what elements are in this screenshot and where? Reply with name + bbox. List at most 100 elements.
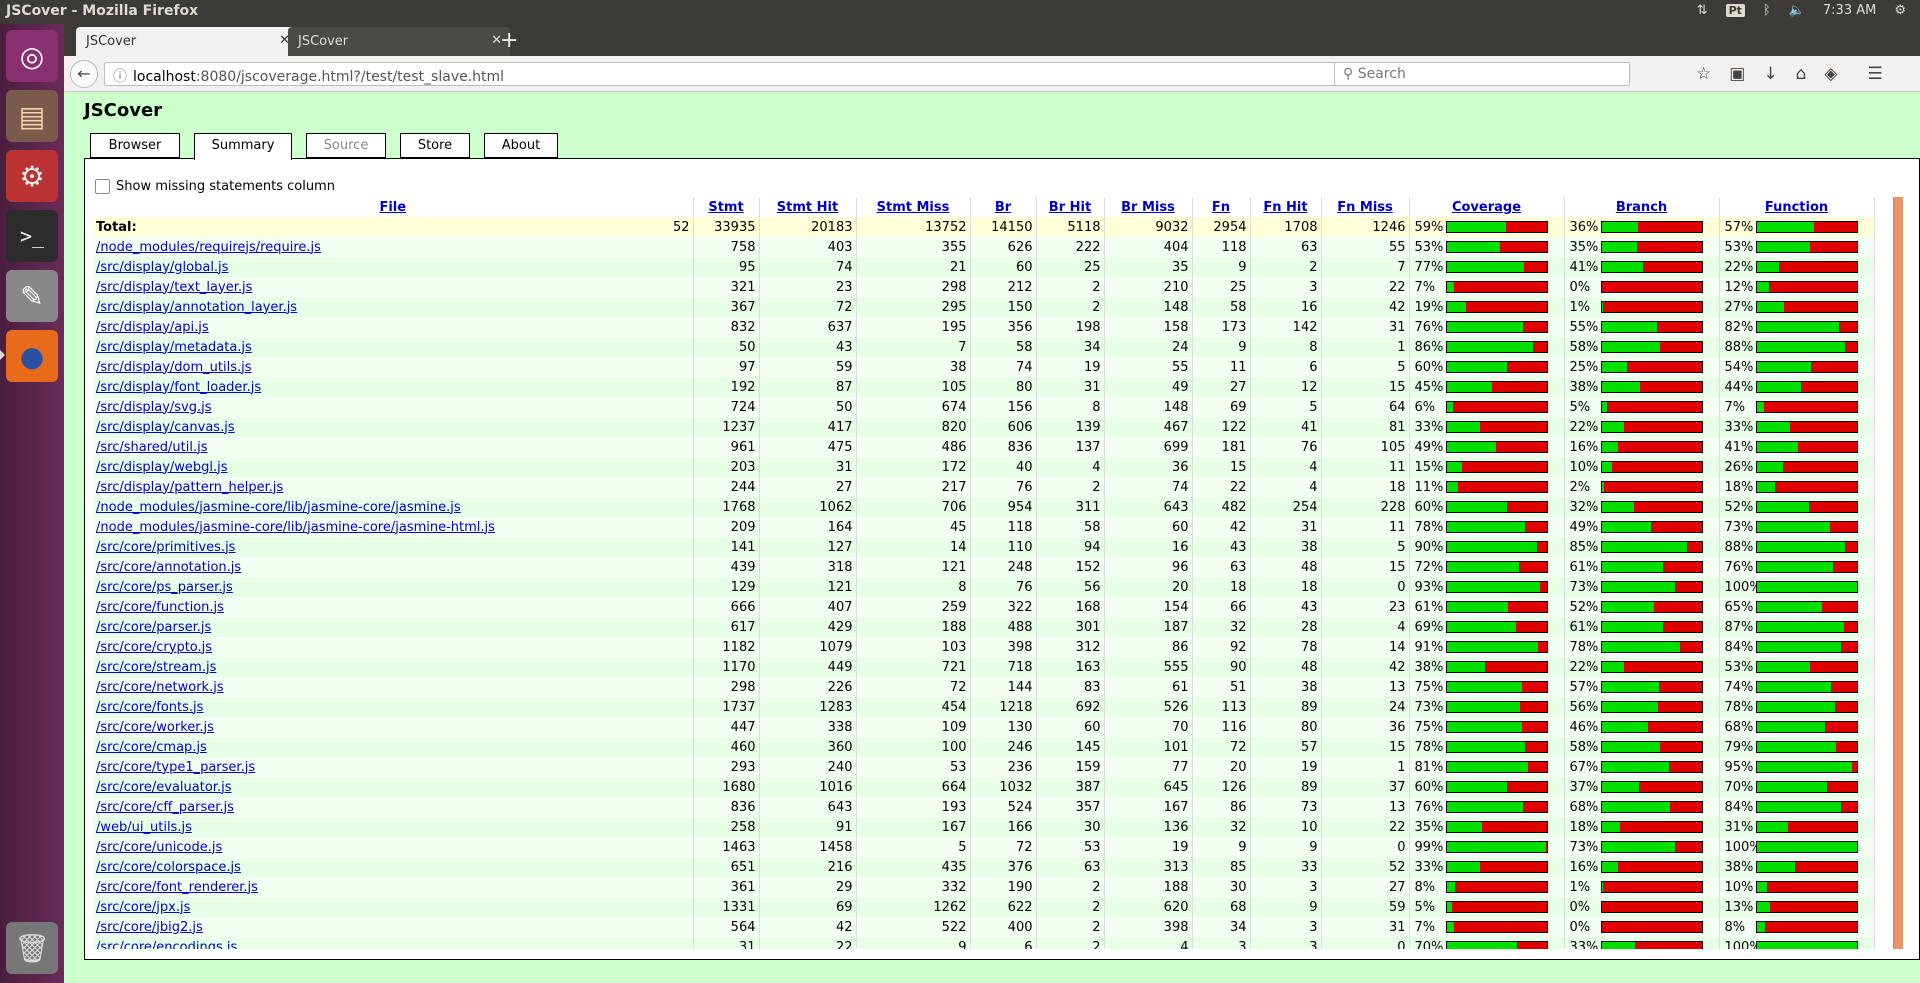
home-icon[interactable]: ⌂: [1796, 64, 1807, 84]
sort-link[interactable]: Fn: [1212, 200, 1230, 215]
trash-icon[interactable]: 🗑: [6, 922, 58, 974]
file-link[interactable]: /src/display/api.js: [96, 320, 209, 335]
sort-link[interactable]: Stmt: [708, 200, 743, 215]
percent-label: 22%: [1724, 259, 1754, 275]
file-link[interactable]: /src/core/font_renderer.js: [96, 880, 258, 895]
show-missing-checkbox[interactable]: [95, 179, 110, 194]
file-link[interactable]: /src/core/jbig2.js: [96, 920, 203, 935]
network-icon[interactable]: ⇅: [1697, 3, 1708, 18]
new-tab-button[interactable]: +: [500, 28, 518, 53]
settings-gear-icon[interactable]: ⚙: [1894, 3, 1906, 18]
sort-link[interactable]: Branch: [1616, 200, 1667, 215]
sort-link[interactable]: Function: [1765, 200, 1828, 215]
file-link[interactable]: /src/display/font_loader.js: [96, 380, 261, 395]
scrollbar-thumb[interactable]: [1893, 197, 1903, 949]
numeric-cell: 210: [1104, 277, 1193, 297]
file-link[interactable]: /src/core/worker.js: [96, 720, 214, 735]
bookmark-star-icon[interactable]: ☆: [1696, 64, 1711, 84]
file-link[interactable]: /src/core/colorspace.js: [96, 860, 241, 875]
tab-browser[interactable]: Browser: [90, 133, 180, 158]
file-link[interactable]: /src/display/pattern_helper.js: [96, 480, 283, 495]
percent-cell: 10%: [1719, 877, 1875, 897]
file-link[interactable]: /src/display/svg.js: [96, 400, 212, 415]
file-link[interactable]: /node_modules/jasmine-core/lib/jasmine-c…: [96, 500, 461, 515]
file-link[interactable]: /src/core/unicode.js: [96, 840, 222, 855]
sort-link[interactable]: Br: [995, 200, 1011, 215]
sort-link[interactable]: Br Hit: [1049, 200, 1091, 215]
percent-cell: 90%: [1409, 537, 1565, 557]
file-link[interactable]: /src/shared/util.js: [96, 440, 207, 455]
file-link[interactable]: /src/core/jpx.js: [96, 900, 190, 915]
percent-cell: 2%: [1564, 477, 1720, 497]
table-row: /node_modules/jasmine-core/lib/jasmine-c…: [93, 497, 1875, 517]
keyboard-layout-indicator[interactable]: Pt: [1725, 4, 1745, 17]
bluetooth-icon[interactable]: ᛒ: [1763, 3, 1771, 18]
file-link[interactable]: /src/display/dom_utils.js: [96, 360, 252, 375]
file-link[interactable]: /src/display/webgl.js: [96, 460, 228, 475]
file-link[interactable]: /src/core/ps_parser.js: [96, 580, 233, 595]
coverage-bar-fill: [1446, 662, 1485, 672]
file-link[interactable]: /node_modules/jasmine-core/lib/jasmine-c…: [96, 520, 495, 535]
file-link[interactable]: /src/display/annotation_layer.js: [96, 300, 297, 315]
sort-link[interactable]: File: [379, 200, 406, 215]
file-link[interactable]: /src/core/function.js: [96, 600, 224, 615]
percent-label: 100%: [1724, 839, 1762, 855]
firefox-icon[interactable]: ●: [6, 330, 58, 382]
file-link[interactable]: /src/display/global.js: [96, 260, 228, 275]
file-link[interactable]: /src/display/text_layer.js: [96, 280, 252, 295]
file-link[interactable]: /src/core/cmap.js: [96, 740, 207, 755]
sort-link[interactable]: Stmt Hit: [777, 200, 838, 215]
files-icon[interactable]: ▤: [6, 90, 58, 142]
numeric-cell: 467: [1104, 417, 1193, 437]
file-link[interactable]: /src/display/canvas.js: [96, 420, 235, 435]
file-link[interactable]: /web/ui_utils.js: [96, 820, 192, 835]
numeric-cell: 53: [1036, 837, 1105, 857]
file-link[interactable]: /node_modules/requirejs/require.js: [96, 240, 321, 255]
file-link[interactable]: /src/core/stream.js: [96, 660, 216, 675]
numeric-cell: 4: [1250, 477, 1322, 497]
browser-tab-active[interactable]: JSCover ✕: [76, 27, 298, 56]
numeric-cell: 23: [1321, 597, 1410, 617]
sort-link[interactable]: Br Miss: [1121, 200, 1175, 215]
file-link[interactable]: /src/core/fonts.js: [96, 700, 203, 715]
coverage-bar-fill: [1756, 922, 1765, 932]
file-link[interactable]: /src/core/type1_parser.js: [96, 760, 255, 775]
sort-link[interactable]: Stmt Miss: [877, 200, 950, 215]
file-link[interactable]: /src/core/crypto.js: [96, 640, 212, 655]
clock[interactable]: 7:33 AM: [1823, 3, 1876, 18]
file-link[interactable]: /src/core/evaluator.js: [96, 780, 231, 795]
file-link[interactable]: /src/core/parser.js: [96, 620, 211, 635]
tab-summary[interactable]: Summary: [194, 133, 292, 160]
search-input[interactable]: ⚲ Search: [1334, 62, 1630, 86]
volume-icon[interactable]: 🔈: [1789, 3, 1805, 18]
file-link[interactable]: /src/core/encodings.js: [96, 940, 237, 950]
ubuntu-dash-icon[interactable]: ◎: [6, 30, 58, 82]
sort-link[interactable]: Fn Hit: [1263, 200, 1307, 215]
browser-tab[interactable]: JSCover ✕: [288, 27, 510, 56]
numeric-cell: 38: [856, 357, 971, 377]
reading-list-icon[interactable]: ▣: [1729, 64, 1745, 84]
menu-icon[interactable]: ☰: [1867, 64, 1882, 84]
pocket-icon[interactable]: ◈: [1824, 64, 1837, 84]
sort-link[interactable]: Fn Miss: [1337, 200, 1393, 215]
coverage-bar: [1445, 441, 1548, 453]
file-link[interactable]: /src/display/metadata.js: [96, 340, 252, 355]
tab-source[interactable]: Source: [306, 133, 386, 158]
file-cell: /src/core/ps_parser.js: [93, 577, 694, 597]
tab-store[interactable]: Store: [400, 133, 470, 158]
sort-link[interactable]: Coverage: [1452, 200, 1521, 215]
file-link[interactable]: /src/core/primitives.js: [96, 540, 235, 555]
url-bar[interactable]: ⓘ localhost:8080/jscoverage.html?/test/te…: [104, 62, 1370, 86]
back-button[interactable]: ←: [70, 60, 98, 88]
show-missing-option[interactable]: Show missing statements column: [95, 179, 335, 194]
file-link[interactable]: /src/core/network.js: [96, 680, 224, 695]
text-editor-icon[interactable]: ✎: [6, 270, 58, 322]
tab-about[interactable]: About: [484, 133, 558, 158]
file-link[interactable]: /src/core/cff_parser.js: [96, 800, 234, 815]
terminal-icon[interactable]: >_: [6, 210, 58, 262]
downloads-icon[interactable]: ↓: [1763, 64, 1777, 84]
percent-label: 58%: [1569, 739, 1599, 755]
site-info-icon[interactable]: ⓘ: [113, 69, 127, 85]
system-settings-icon[interactable]: ⚙: [6, 150, 58, 202]
file-link[interactable]: /src/core/annotation.js: [96, 560, 241, 575]
